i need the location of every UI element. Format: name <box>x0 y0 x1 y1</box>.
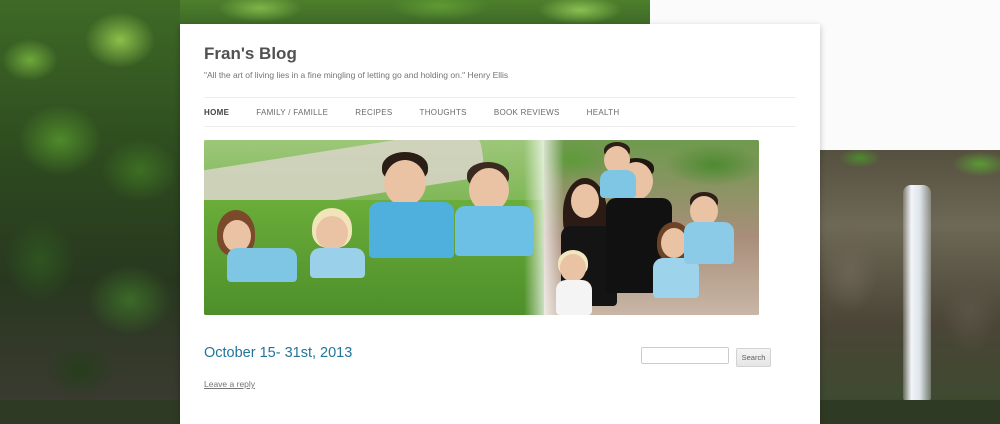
child-figure <box>596 142 640 202</box>
nav-item-health[interactable]: HEALTH <box>587 108 620 117</box>
site-title[interactable]: Fran's Blog <box>204 44 297 64</box>
child-figure <box>552 250 597 315</box>
nav-item-thoughts[interactable]: THOUGHTS <box>420 108 467 117</box>
child-figure <box>209 210 304 310</box>
child-figure <box>449 162 539 277</box>
site-tagline: "All the art of living lies in a fine mi… <box>204 70 509 80</box>
child-figure <box>364 152 459 277</box>
nav-item-book-reviews[interactable]: BOOK REVIEWS <box>494 108 560 117</box>
nav-item-recipes[interactable]: RECIPES <box>355 108 392 117</box>
nav-item-home[interactable]: HOME <box>204 108 229 117</box>
nav-item-family[interactable]: FAMILY / FAMILLE <box>256 108 328 117</box>
child-figure <box>682 192 752 302</box>
background-waterfall <box>903 185 931 400</box>
header-image <box>204 140 759 315</box>
search-button[interactable]: Search <box>736 348 771 367</box>
page-container: Fran's Blog "All the art of living lies … <box>180 24 820 424</box>
background-foliage-top <box>180 0 650 24</box>
background-foliage-left <box>0 0 180 400</box>
search-input[interactable] <box>641 347 729 364</box>
leave-reply-link[interactable]: Leave a reply <box>204 379 255 389</box>
post-title[interactable]: October 15- 31st, 2013 <box>204 345 352 361</box>
main-navigation: HOME FAMILY / FAMILLE RECIPES THOUGHTS B… <box>204 97 796 127</box>
